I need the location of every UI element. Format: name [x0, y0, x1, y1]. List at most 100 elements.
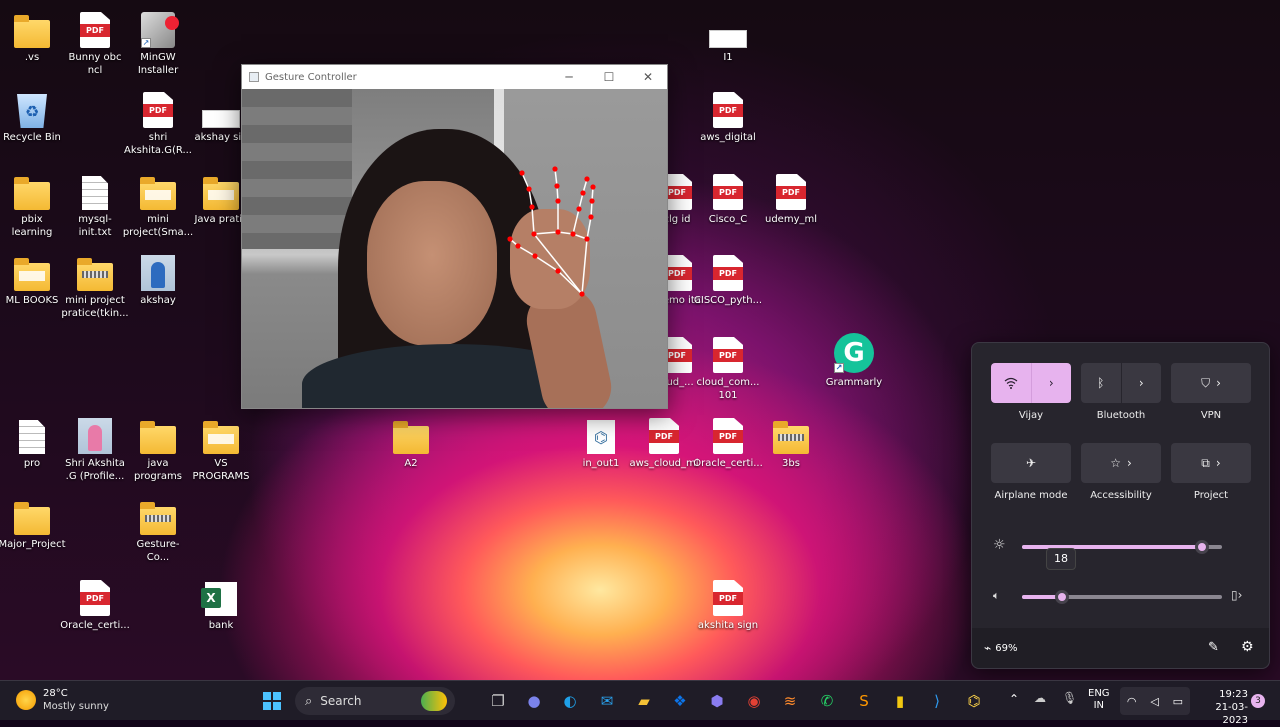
pdf-icon: PDF: [713, 92, 743, 128]
maximize-button[interactable]: ☐: [589, 65, 629, 89]
accessibility-tile[interactable]: ☆ ›: [1081, 443, 1161, 483]
weather-description: Mostly sunny: [43, 701, 109, 712]
folder-icon: [14, 177, 50, 210]
hand-landmark-point: [526, 186, 532, 192]
whatsapp-icon[interactable]: ✆: [815, 689, 839, 713]
battery-percentage: 69%: [995, 642, 1018, 654]
edge-icon[interactable]: ◐: [558, 689, 582, 713]
desktop-icon-akshita-sign[interactable]: PDF akshita sign: [696, 576, 760, 632]
desktop-icon-pro[interactable]: pro: [0, 414, 64, 470]
desktop-icon-cisco-pyth[interactable]: PDF CISCO_pyth...: [694, 251, 762, 307]
hand-connector: [581, 238, 588, 295]
language-indicator[interactable]: ENG IN: [1088, 688, 1110, 712]
chevron-right-icon: ›: [1126, 456, 1132, 470]
chrome-icon[interactable]: ◉: [742, 689, 766, 713]
sublime-merge-icon[interactable]: ≋: [778, 689, 802, 713]
chevron-right-icon[interactable]: ›: [1122, 363, 1162, 403]
wifi-icon: ◠: [1126, 694, 1137, 708]
audio-output-icon[interactable]: ▯›: [1231, 588, 1242, 602]
desktop-icon-oracle-certi-1[interactable]: PDF Oracle_certi...: [60, 576, 130, 632]
notification-badge[interactable]: 3: [1251, 694, 1265, 708]
desktop-icon-recycle-bin[interactable]: ♻ Recycle Bin: [0, 88, 64, 144]
clock[interactable]: 19:23 21-03-2023: [1192, 688, 1248, 727]
mail-icon[interactable]: ✉: [595, 689, 619, 713]
desktop-icon-grammarly[interactable]: G ↗ Grammarly: [822, 333, 886, 389]
desktop-icon-akshay[interactable]: akshay: [126, 251, 190, 307]
gesture-controller-window[interactable]: Gesture Controller ─ ☐ ✕: [241, 64, 668, 409]
taskbar-search-box[interactable]: ⌕ Search: [295, 687, 455, 715]
grammarly-icon: G ↗: [834, 333, 874, 373]
desktop-icon-oracle-certi-2[interactable]: PDF Oracle_certi...: [693, 414, 763, 470]
bluetooth-icon[interactable]: ᛒ: [1081, 363, 1121, 403]
project-tile[interactable]: ⧉ ›: [1171, 443, 1251, 483]
airplane-mode-tile[interactable]: ✈: [991, 443, 1071, 483]
desktop-icon-mini-project-pratice[interactable]: mini project pratice(tkin...: [61, 251, 129, 320]
python-app-icon[interactable]: ⌬: [962, 689, 986, 713]
desktop-icon-mingw-installer[interactable]: ↗ MinGW Installer: [126, 8, 190, 77]
folder-icon: [14, 502, 50, 535]
hand-connector: [517, 245, 536, 257]
brightness-slider-thumb[interactable]: [1195, 540, 1209, 554]
weather-widget[interactable]: 28°C Mostly sunny: [16, 687, 109, 713]
pdf-icon: PDF: [143, 92, 173, 128]
minimize-button[interactable]: ─: [549, 65, 589, 89]
vpn-label: VPN: [1200, 410, 1222, 421]
hand-connector: [534, 255, 559, 272]
desktop-icon-vs-folder[interactable]: .vs: [0, 8, 64, 64]
onedrive-icon[interactable]: ☁: [1034, 691, 1046, 705]
brightness-tooltip: 18: [1046, 548, 1076, 570]
folder-icon: [203, 421, 239, 454]
desktop-icon-ml-books[interactable]: ML BOOKS: [0, 251, 64, 307]
desktop-icon-udemy-ml[interactable]: PDF udemy_ml: [759, 170, 823, 226]
desktop-icon-vs-programs[interactable]: VS PROGRAMS: [189, 414, 253, 483]
desktop-icon-a2[interactable]: A2: [379, 414, 443, 470]
vpn-tile[interactable]: ⛉ ›: [1171, 363, 1251, 403]
edit-pencil-icon[interactable]: ✎: [1208, 640, 1219, 655]
airplane-mode-label: Airplane mode: [994, 490, 1068, 501]
volume-slider-thumb[interactable]: [1055, 590, 1069, 604]
wifi-tile[interactable]: ›: [991, 363, 1071, 403]
desktop-icon-mysql-init[interactable]: mysql-init.txt: [63, 170, 127, 239]
speaker-icon[interactable]: 🔈︎: [993, 589, 1000, 603]
chevron-up-icon[interactable]: ⌃: [1009, 692, 1019, 706]
desktop-icon-3bs[interactable]: 3bs: [759, 414, 823, 470]
chevron-right-icon: ›: [1215, 456, 1221, 470]
microphone-icon[interactable]: 🎙︎: [1062, 691, 1077, 705]
desktop-icon-bank[interactable]: Xbank: [189, 576, 253, 632]
dropbox-icon[interactable]: ❖: [668, 689, 692, 713]
hand-landmark-point: [579, 291, 585, 297]
close-button[interactable]: ✕: [628, 65, 668, 89]
desktop-icon-pbix-learning[interactable]: pbix learning: [0, 170, 64, 239]
settings-gear-icon[interactable]: ⚙: [1241, 639, 1254, 655]
desktop-icon-mini-project-sma[interactable]: mini project(Sma...: [123, 170, 193, 239]
system-tray-quick-settings[interactable]: ◠ ◁ ▭: [1120, 687, 1190, 715]
teams-chat-icon[interactable]: ●: [522, 689, 546, 713]
copilot-icon[interactable]: ⬢: [705, 689, 729, 713]
desktop-icon-gesture-co[interactable]: Gesture-Co...: [126, 495, 190, 564]
start-windows-icon[interactable]: [260, 689, 284, 713]
vscode-icon[interactable]: ⟩: [925, 689, 949, 713]
bluetooth-tile[interactable]: ᛒ ›: [1081, 363, 1161, 403]
desktop-icon-aws-digital[interactable]: PDF aws_digital: [696, 88, 760, 144]
desktop-icon-cisco-c[interactable]: PDF Cisco_C: [696, 170, 760, 226]
sublime-text-icon[interactable]: S: [852, 689, 876, 713]
desktop-icon-i1[interactable]: I1: [696, 8, 760, 64]
file-explorer-icon[interactable]: ▰: [632, 689, 656, 713]
wifi-icon[interactable]: [991, 363, 1031, 403]
desktop-icon-cloud-com[interactable]: PDF cloud_com... 101: [696, 333, 760, 402]
accessibility-icon: ☆: [1110, 456, 1121, 470]
hand-landmark-point: [584, 176, 590, 182]
desktop-icon-shri-akshita-r[interactable]: PDF shri Akshita.G(R...: [124, 88, 192, 157]
chevron-right-icon[interactable]: ›: [1032, 363, 1072, 403]
desktop-icon-shri-akshita-profile[interactable]: Shri Akshita .G (Profile...: [63, 414, 127, 483]
desktop-icon-aws-cloud-ml[interactable]: PDF aws_cloud_ml: [629, 414, 699, 470]
search-label: Search: [320, 694, 362, 708]
power-bi-icon[interactable]: ▮: [888, 689, 912, 713]
desktop-icon-bunny-pdf[interactable]: PDF Bunny obc ncl: [63, 8, 127, 77]
task-view-icon[interactable]: ❐: [486, 689, 510, 713]
desktop-icon-in-out1[interactable]: ⌬ in_out1: [569, 414, 633, 470]
window-titlebar[interactable]: Gesture Controller ─ ☐ ✕: [242, 65, 667, 89]
volume-slider[interactable]: [1022, 590, 1222, 604]
desktop-icon-java-programs[interactable]: java programs: [126, 414, 190, 483]
desktop-icon-major-project[interactable]: Major_Project: [0, 495, 66, 551]
